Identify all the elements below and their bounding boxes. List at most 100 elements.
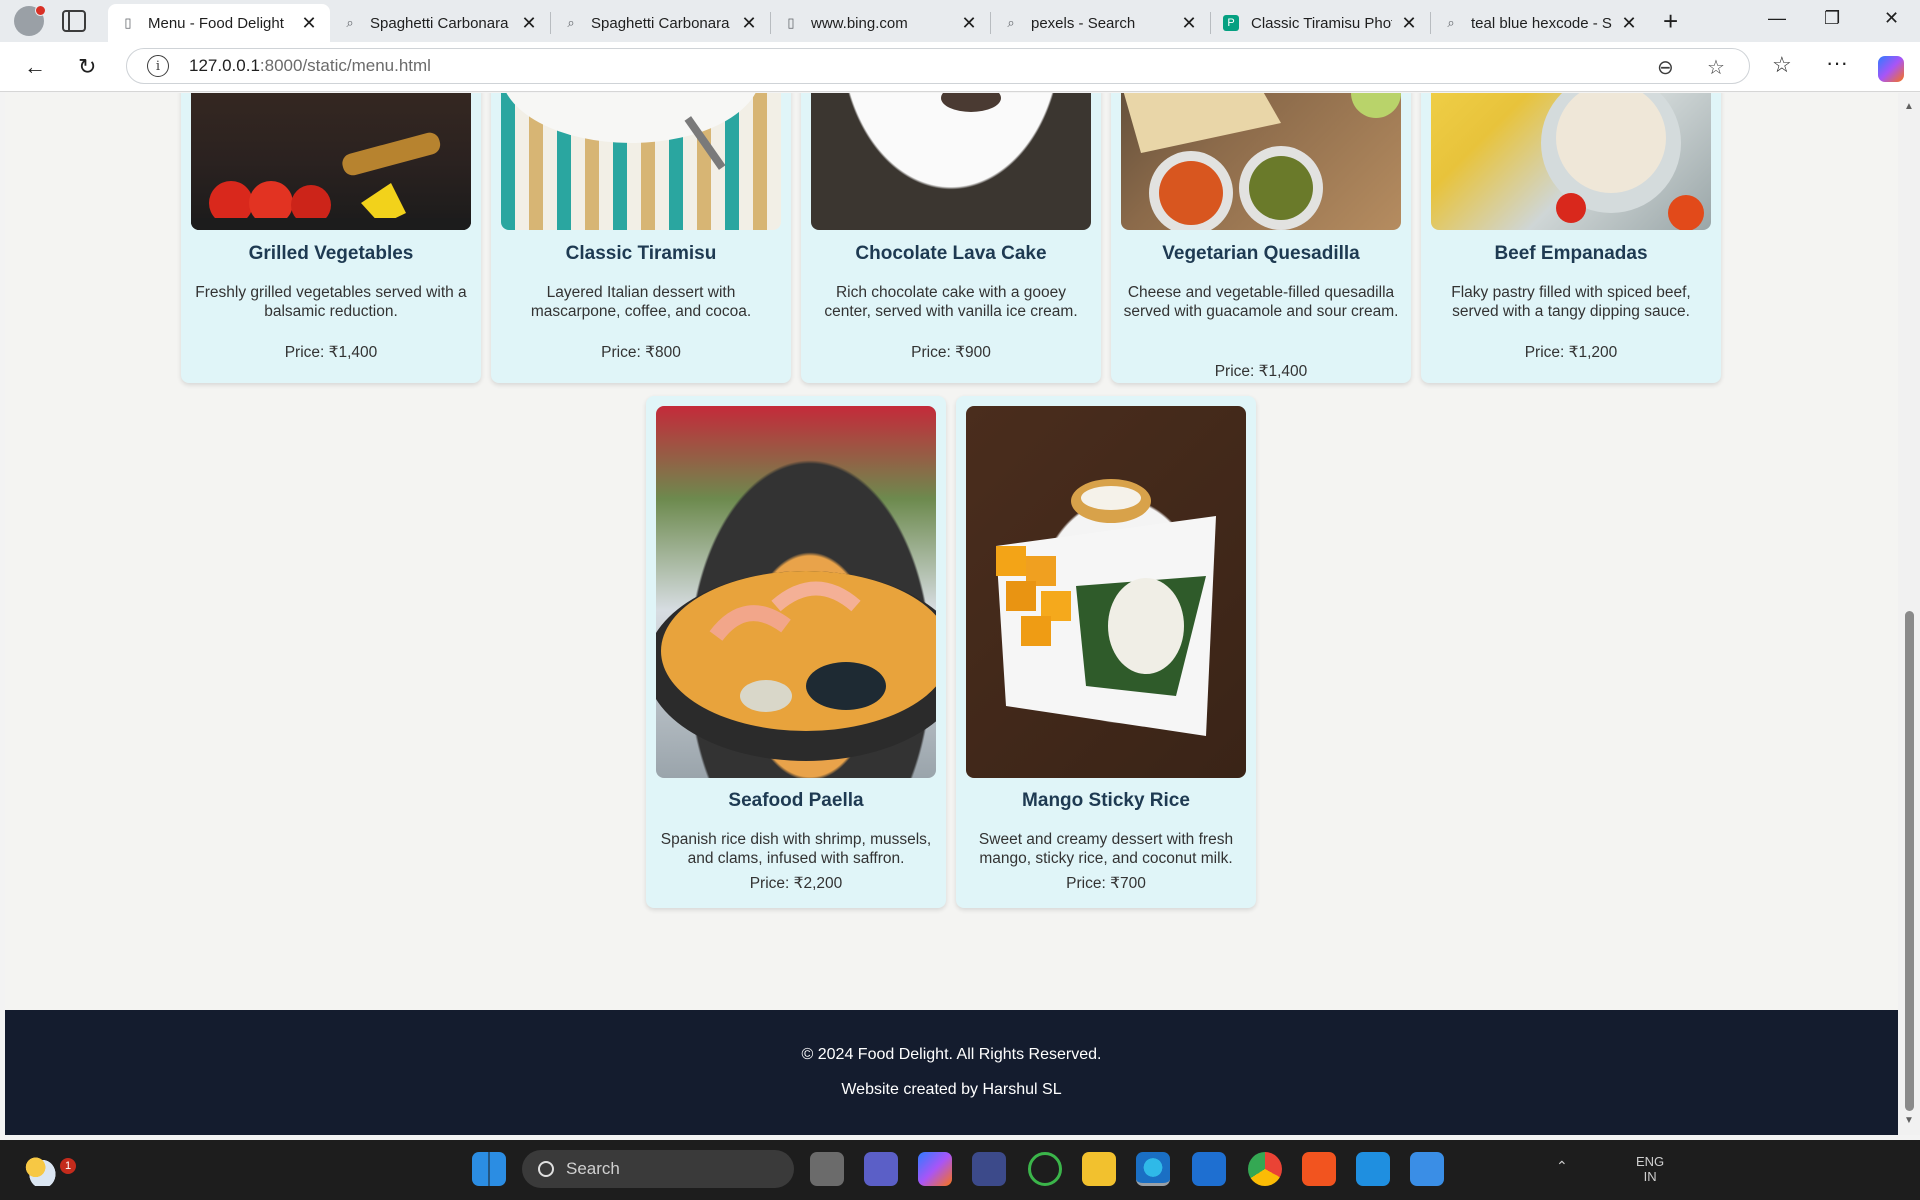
favorite-star-icon[interactable]: ☆	[1707, 55, 1725, 80]
edge-icon[interactable]	[1136, 1152, 1170, 1186]
menu-item-description: Cheese and vegetable-filled quesadilla s…	[1123, 284, 1399, 320]
weather-icon[interactable]: 1	[22, 1152, 76, 1186]
page-scrollbar[interactable]: ▲ ▼	[1898, 93, 1920, 1135]
tab-label: Spaghetti Carbonara	[370, 14, 509, 32]
tab-classic-tiramisu-photo[interactable]: P Classic Tiramisu Photo ✕	[1211, 4, 1430, 42]
tab-actions-icon[interactable]	[62, 10, 86, 32]
search-icon: ⌕	[346, 15, 354, 30]
start-icon[interactable]	[472, 1152, 506, 1186]
notification-badge: 1	[60, 1158, 76, 1174]
store-icon[interactable]	[1192, 1152, 1226, 1186]
close-tab-icon[interactable]: ✕	[1620, 13, 1638, 34]
profile-avatar[interactable]	[14, 5, 46, 36]
menu-item-price: Price: ₹900	[911, 344, 991, 361]
scroll-down-icon[interactable]: ▼	[1904, 1115, 1914, 1126]
footer-copyright: © 2024 Food Delight. All Rights Reserved…	[801, 1046, 1102, 1063]
tab-label: pexels - Search	[1031, 14, 1136, 32]
tab-label: Classic Tiramisu Photo	[1251, 14, 1392, 32]
menu-item-price: Price: ₹800	[601, 344, 681, 361]
url-path: :8000/static/menu.html	[259, 56, 431, 75]
tray-overflow-icon[interactable]: ⌃	[1556, 1158, 1568, 1175]
zoom-out-icon[interactable]: ⊖	[1657, 55, 1674, 80]
photos-icon[interactable]	[1410, 1152, 1444, 1186]
menu-item-description: Freshly grilled vegetables served with a…	[195, 284, 467, 320]
tab-menu-food-delight[interactable]: ▯ Menu - Food Delight ✕	[108, 4, 330, 42]
site-info-icon[interactable]: i	[147, 55, 169, 77]
menu-card-beef-empanadas: Beef Empanadas Flaky pastry filled with …	[1421, 93, 1721, 383]
menu-item-description: Spanish rice dish with shrimp, mussels, …	[660, 831, 932, 867]
app-ring-icon[interactable]	[1028, 1152, 1062, 1186]
menu-item-name: Grilled Vegetables	[248, 243, 414, 264]
food-photo	[966, 406, 1246, 778]
task-view-icon[interactable]	[810, 1152, 844, 1186]
windows-taskbar: 1 Search ⌃ ENG IN	[0, 1140, 1920, 1200]
region-code: IN	[1643, 1169, 1657, 1184]
toolbar: ← ↻ i 127.0.0.1:8000/static/menu.html ⊖ …	[0, 42, 1920, 92]
search-icon: ⌕	[567, 15, 575, 30]
menu-item-price: Price: ₹700	[1066, 875, 1146, 892]
app-icon[interactable]	[972, 1152, 1006, 1186]
tab-teal-blue-hexcode[interactable]: ⌕ teal blue hexcode - Se ✕	[1431, 4, 1650, 42]
taskbar-search-placeholder: Search	[566, 1159, 620, 1178]
menu-item-price: Price: ₹1,400	[1214, 363, 1308, 380]
refresh-icon[interactable]: ↻	[78, 54, 96, 80]
menu-card-vegetarian-quesadilla: Vegetarian Quesadilla Cheese and vegetab…	[1111, 93, 1411, 383]
menu-item-price: Price: ₹1,400	[284, 344, 378, 361]
food-photo	[811, 93, 1091, 230]
food-photo	[191, 93, 471, 230]
address-bar[interactable]: i 127.0.0.1:8000/static/menu.html ⊖ ☆	[126, 48, 1750, 84]
url-text: 127.0.0.1:8000/static/menu.html	[189, 56, 431, 76]
footer-credit: Website created by Harshul SL	[841, 1081, 1062, 1098]
vscode-icon[interactable]	[1356, 1152, 1390, 1186]
menu-item-description: Rich chocolate cake with a gooey center,…	[824, 284, 1078, 320]
copilot-icon[interactable]	[1878, 56, 1904, 82]
close-window-icon[interactable]: ✕	[1884, 8, 1899, 29]
food-photo	[501, 93, 781, 230]
menu-item-name: Seafood Paella	[728, 790, 864, 811]
pexels-icon: P	[1223, 15, 1239, 31]
copilot-app-icon[interactable]	[918, 1152, 952, 1186]
menu-item-price: Price: ₹2,200	[749, 875, 843, 892]
page-viewport: Grilled Vegetables Freshly grilled veget…	[5, 93, 1898, 1135]
scrollbar-thumb[interactable]	[1905, 611, 1914, 1111]
site-footer: © 2024 Food Delight. All Rights Reserved…	[5, 1010, 1898, 1135]
menu-item-name: Vegetarian Quesadilla	[1162, 243, 1360, 264]
brave-icon[interactable]	[1302, 1152, 1336, 1186]
new-tab-button[interactable]: +	[1663, 6, 1678, 37]
close-tab-icon[interactable]: ✕	[960, 13, 978, 34]
menu-item-name: Classic Tiramisu	[565, 243, 717, 264]
menu-card-classic-tiramisu: Classic Tiramisu Layered Italian dessert…	[491, 93, 791, 383]
chrome-icon[interactable]	[1248, 1152, 1282, 1186]
search-icon: ⌕	[1007, 15, 1015, 30]
close-tab-icon[interactable]: ✕	[300, 13, 318, 34]
file-explorer-icon[interactable]	[1082, 1152, 1116, 1186]
scroll-up-icon[interactable]: ▲	[1904, 101, 1914, 112]
food-photo	[656, 406, 936, 778]
menu-card-mango-sticky-rice: Mango Sticky Rice Sweet and creamy desse…	[956, 396, 1256, 908]
menu-card-chocolate-lava-cake: Chocolate Lava Cake Rich chocolate cake …	[801, 93, 1101, 383]
tab-label: teal blue hexcode - Se	[1471, 14, 1612, 32]
close-tab-icon[interactable]: ✕	[1180, 13, 1198, 34]
favorites-icon[interactable]: ☆	[1772, 52, 1792, 78]
restore-icon[interactable]: ❐	[1824, 8, 1840, 29]
menu-item-description: Sweet and creamy dessert with fresh mang…	[978, 831, 1234, 867]
teams-icon[interactable]	[864, 1152, 898, 1186]
menu-item-description: Flaky pastry filled with spiced beef, se…	[1451, 284, 1691, 320]
more-menu-icon[interactable]: ···	[1826, 50, 1848, 76]
tab-pexels-search[interactable]: ⌕ pexels - Search ✕	[991, 4, 1210, 42]
back-icon[interactable]: ←	[24, 54, 46, 80]
food-photo	[1121, 93, 1401, 230]
language-code: ENG	[1636, 1154, 1665, 1169]
menu-item-description: Layered Italian dessert with mascarpone,…	[530, 284, 752, 320]
menu-item-name: Beef Empanadas	[1494, 243, 1648, 264]
tab-spaghetti-carbonara-2[interactable]: ⌕ Spaghetti Carbonara ✕	[551, 4, 770, 42]
taskbar-search[interactable]: Search	[522, 1150, 794, 1188]
tab-spaghetti-carbonara-1[interactable]: ⌕ Spaghetti Carbonara ✕	[330, 4, 550, 42]
close-tab-icon[interactable]: ✕	[1400, 13, 1418, 34]
tab-bing[interactable]: ▯ www.bing.com ✕	[771, 4, 990, 42]
close-tab-icon[interactable]: ✕	[740, 13, 758, 34]
close-tab-icon[interactable]: ✕	[520, 13, 538, 34]
search-icon	[538, 1161, 554, 1177]
minimize-icon[interactable]: —	[1768, 8, 1786, 29]
language-indicator[interactable]: ENG IN	[1636, 1154, 1664, 1184]
